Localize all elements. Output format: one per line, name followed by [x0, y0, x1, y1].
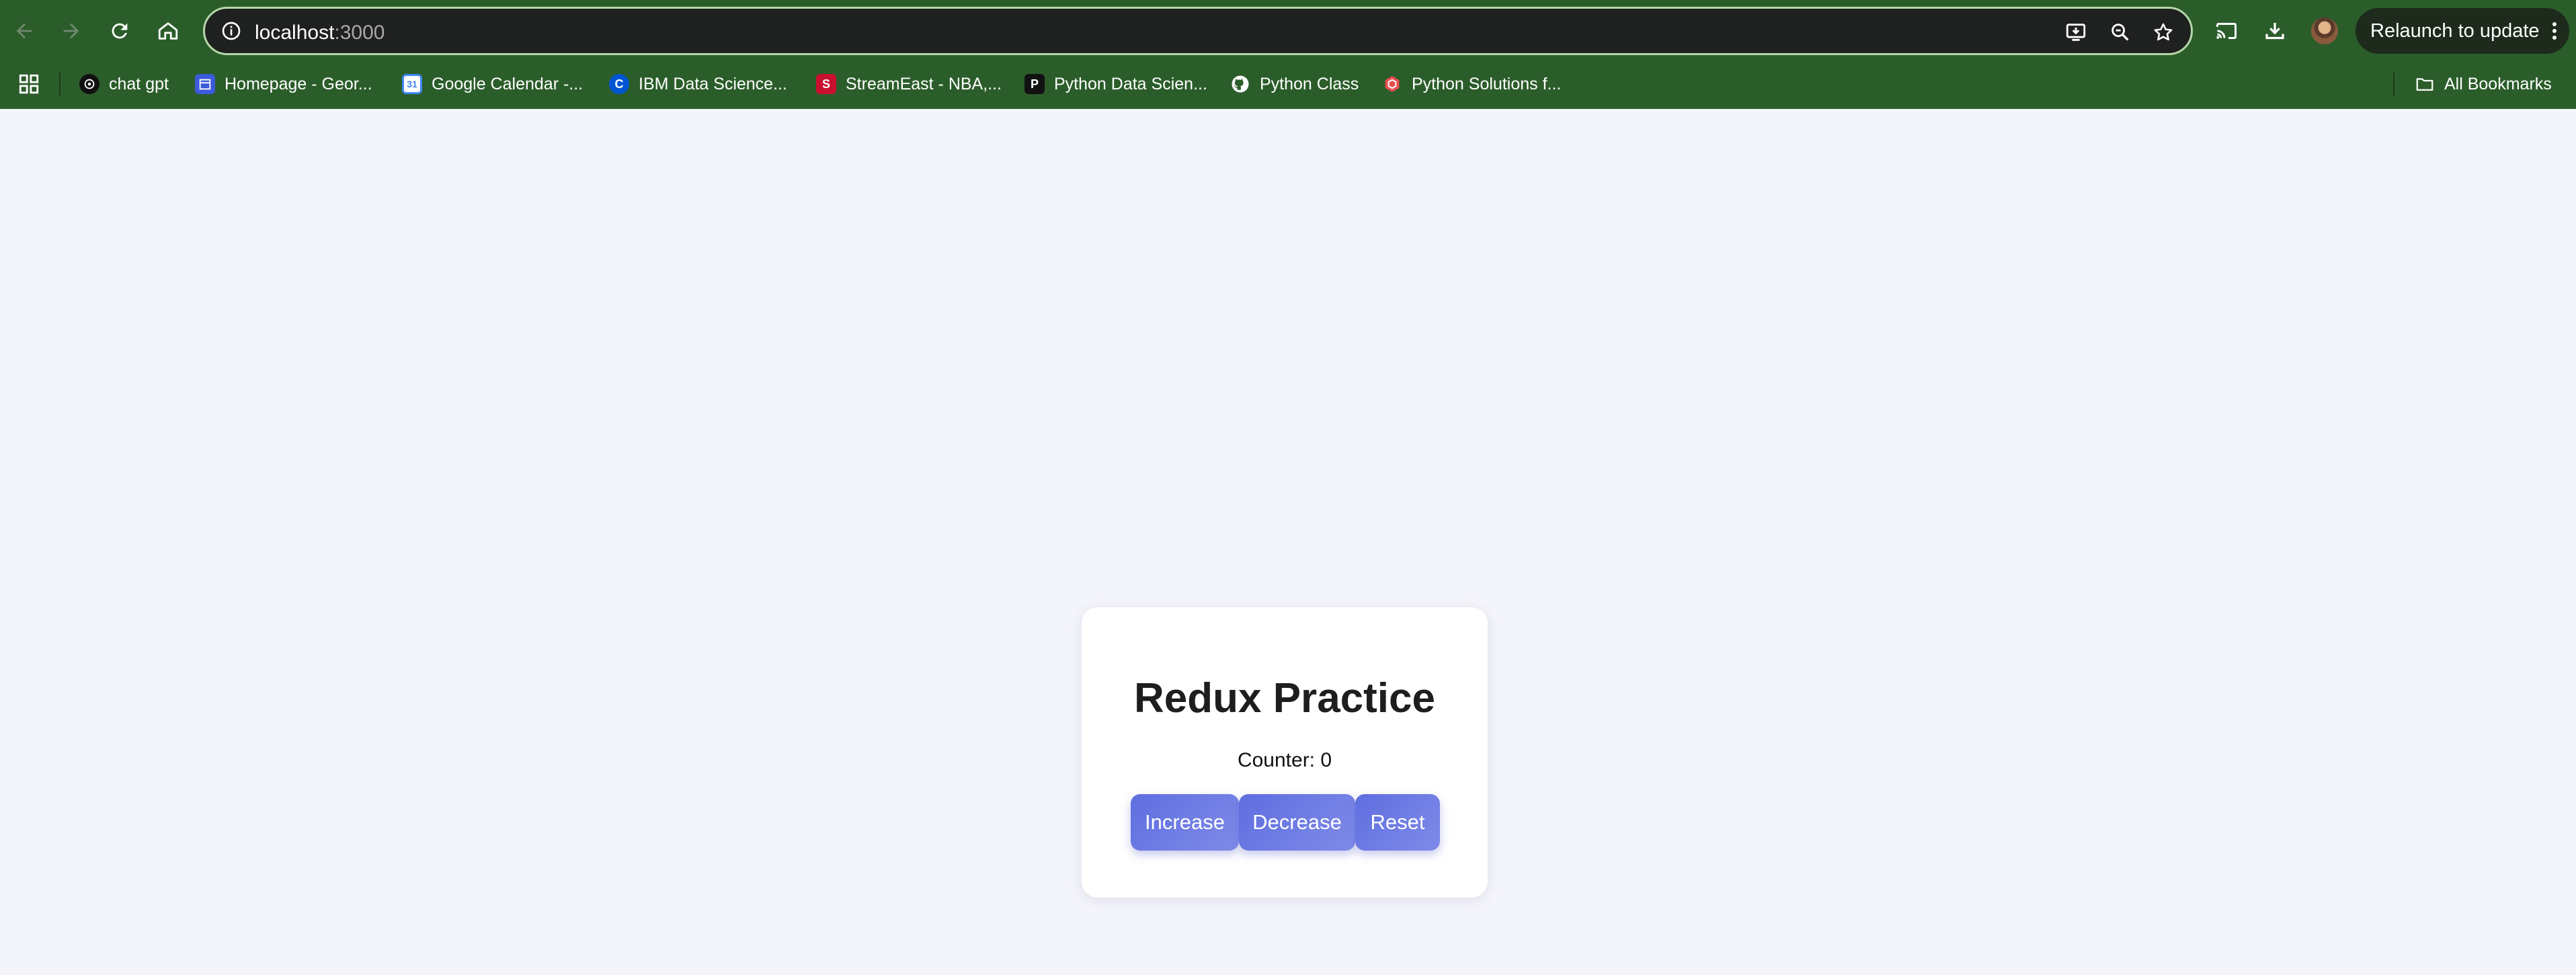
install-app-icon[interactable]: [2060, 17, 2091, 48]
reset-button[interactable]: Reset: [1355, 794, 1440, 851]
bookmark-star-icon[interactable]: [2148, 17, 2179, 48]
p-icon: P: [1024, 74, 1045, 94]
bookmark-item[interactable]: C IBM Data Science...: [609, 70, 787, 98]
browser-chrome: localhost:3000 Relaunch to update chat g…: [0, 0, 2576, 109]
address-bar[interactable]: localhost:3000: [203, 7, 2193, 55]
bookmarks-bar: chat gpt Homepage - Geor... 31 Google Ca…: [0, 67, 2576, 101]
bookmark-item[interactable]: S StreamEast - NBA,...: [816, 70, 1002, 98]
forward-icon[interactable]: [52, 12, 90, 50]
url-host: localhost: [255, 22, 335, 44]
increase-button[interactable]: Increase: [1131, 794, 1239, 851]
counter-display: Counter: 0: [1237, 749, 1332, 771]
page-title: Redux Practice: [1134, 675, 1435, 722]
bookmark-item[interactable]: 31 Google Calendar -...: [402, 70, 583, 98]
home-icon[interactable]: [149, 12, 187, 50]
cast-icon[interactable]: [2208, 12, 2245, 50]
streameast-icon: S: [816, 74, 836, 94]
bookmark-item[interactable]: Homepage - Geor...: [195, 70, 372, 98]
bookmark-item[interactable]: Python Class: [1230, 70, 1359, 98]
github-icon: [1230, 74, 1250, 94]
coursera-icon: C: [609, 74, 629, 94]
bookmark-item[interactable]: Python Solutions f...: [1382, 70, 1561, 98]
browser-toolbar: localhost:3000 Relaunch to update: [0, 0, 2576, 62]
decrease-button[interactable]: Decrease: [1239, 794, 1355, 851]
google-calendar-icon: 31: [402, 74, 422, 94]
site-info-icon[interactable]: [217, 17, 245, 45]
reload-icon[interactable]: [101, 12, 138, 50]
download-icon[interactable]: [2256, 12, 2294, 50]
apps-grid-icon[interactable]: [17, 73, 40, 95]
menu-kebab-icon[interactable]: [2552, 22, 2557, 40]
folder-icon: [2415, 74, 2435, 94]
url-text[interactable]: localhost:3000: [255, 21, 385, 45]
back-icon[interactable]: [5, 12, 43, 50]
all-bookmarks-button[interactable]: All Bookmarks: [2415, 70, 2552, 98]
hexagon-icon: [1382, 74, 1402, 94]
openai-icon: [79, 74, 99, 94]
bookmarks-divider: [2393, 73, 2394, 95]
zoom-icon[interactable]: [2105, 17, 2136, 48]
relaunch-button[interactable]: Relaunch to update: [2356, 8, 2569, 54]
bookmark-item[interactable]: P Python Data Scien...: [1024, 70, 1207, 98]
counter-card: Redux Practice Counter: 0 Increase Decre…: [1082, 607, 1488, 898]
url-port: :3000: [334, 22, 385, 44]
bookmarks-divider: [59, 73, 61, 95]
relaunch-label: Relaunch to update: [2370, 20, 2540, 42]
profile-avatar[interactable]: [2311, 17, 2338, 44]
bookmark-item[interactable]: chat gpt: [79, 70, 169, 98]
calendar-blue-icon: [195, 74, 215, 94]
